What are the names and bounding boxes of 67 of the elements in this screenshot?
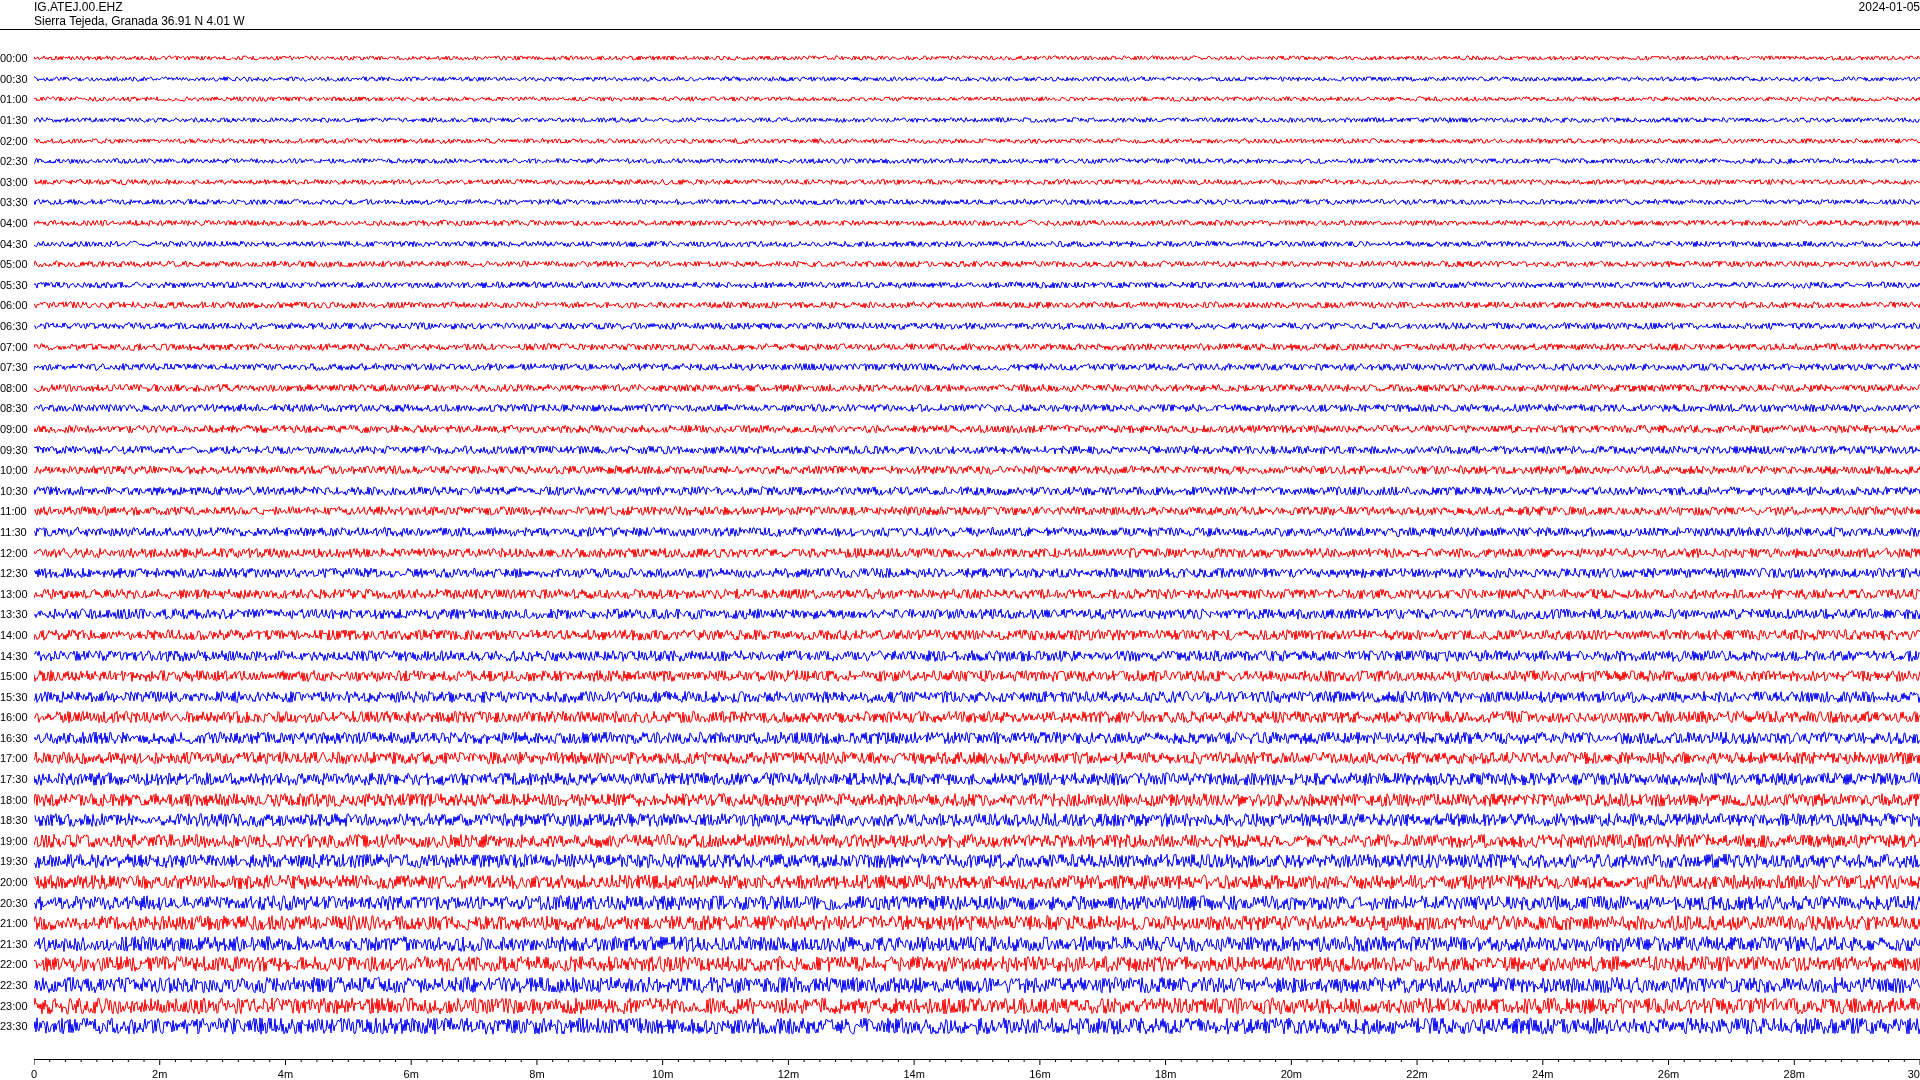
time-label: 08:30: [0, 402, 29, 415]
time-label: 03:30: [0, 196, 29, 209]
time-label: 14:30: [0, 649, 29, 662]
time-label: 05:00: [0, 258, 29, 271]
time-label: 20:00: [0, 876, 29, 889]
time-label: 14:00: [0, 628, 29, 641]
time-label: 22:30: [0, 979, 29, 991]
time-label: 23:00: [0, 999, 29, 1012]
time-label: 00:30: [0, 72, 29, 85]
time-label: 22:00: [0, 958, 29, 971]
time-label: 12:30: [0, 567, 29, 580]
time-label: 12:00: [0, 546, 29, 559]
station-location: Sierra Tejeda, Granada 36.91 N 4.01 W: [34, 14, 245, 28]
time-label: 06:30: [0, 320, 29, 332]
time-label: 18:30: [0, 814, 29, 827]
time-label: 04:30: [0, 237, 29, 250]
time-label: 07:00: [0, 340, 29, 353]
axis-label: 8m: [529, 1067, 545, 1080]
time-label: 08:00: [0, 381, 29, 394]
time-label: 00:00: [0, 52, 29, 65]
axis-label: 6m: [403, 1067, 419, 1080]
axis-label: 10m: [651, 1067, 674, 1080]
time-label: 05:30: [0, 278, 29, 291]
time-label: 09:30: [0, 443, 29, 456]
axis-label: 24m: [1532, 1067, 1554, 1080]
axis-label: 20m: [1280, 1067, 1303, 1080]
axis-label: 18m: [1154, 1067, 1177, 1080]
axis-label: 22m: [1406, 1067, 1428, 1080]
time-label: 20:30: [0, 896, 29, 909]
time-label: 16:00: [0, 711, 29, 724]
axis-label: 16m: [1029, 1067, 1051, 1080]
station-code: IG.ATEJ.00.EHZ: [34, 0, 123, 14]
time-label: 15:30: [0, 690, 29, 703]
time-label: 10:30: [0, 484, 29, 497]
time-label: 23:30: [0, 1020, 29, 1033]
time-label: 04:00: [0, 217, 29, 230]
time-label: 21:30: [0, 937, 29, 950]
axis-label: 26m: [1657, 1067, 1680, 1080]
time-label: 21:00: [0, 917, 29, 930]
time-label: 02:30: [0, 155, 29, 168]
axis-label: 28m: [1783, 1067, 1805, 1080]
axis-label: 4m: [277, 1067, 294, 1080]
time-label: 02:00: [0, 134, 29, 147]
time-label: 03:00: [0, 175, 29, 188]
time-label: 11:00: [0, 505, 28, 518]
time-label: 01:30: [0, 114, 29, 127]
axis-label: 2m: [152, 1067, 168, 1080]
axis-label: 30: [1907, 1067, 1920, 1080]
time-label: 11:30: [0, 525, 28, 538]
time-label: 09:00: [0, 423, 29, 435]
time-label: 15:00: [0, 670, 29, 683]
time-label: 17:30: [0, 773, 29, 786]
time-label: 18:00: [0, 793, 29, 806]
time-label: 06:00: [0, 299, 29, 312]
time-label: 16:30: [0, 731, 29, 744]
axis-label: 12m: [777, 1067, 800, 1080]
time-label: 19:00: [0, 834, 29, 847]
time-label: 07:30: [0, 361, 29, 374]
axis-label: 0: [30, 1067, 38, 1080]
time-label: 17:00: [0, 752, 29, 765]
time-label: 01:00: [0, 93, 29, 106]
axis-label: 14m: [903, 1067, 925, 1080]
time-label: 10:00: [0, 464, 29, 477]
time-label: 13:30: [0, 608, 29, 621]
date-label: 2024-01-05: [1858, 0, 1920, 14]
time-label: 13:00: [0, 587, 29, 600]
time-label: 19:30: [0, 855, 29, 868]
